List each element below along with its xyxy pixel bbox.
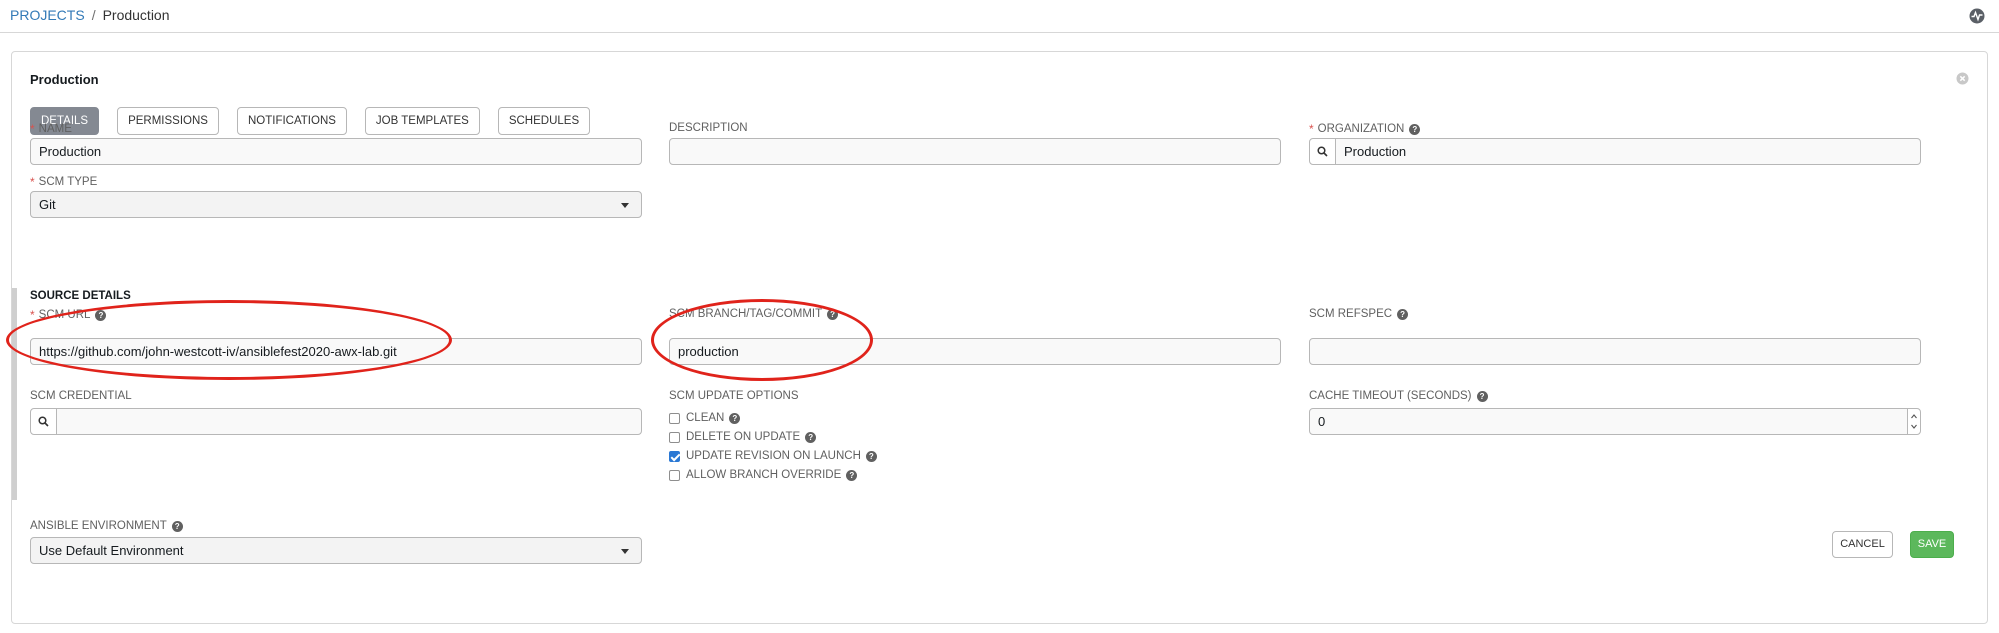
help-icon[interactable]: ? — [827, 308, 839, 320]
help-icon[interactable]: ? — [865, 450, 877, 462]
allow-branch-override-label: ALLOW BRANCH OVERRIDE — [686, 469, 842, 481]
required-mark: * — [30, 308, 35, 322]
chevron-down-icon — [621, 203, 629, 208]
help-icon[interactable]: ? — [95, 309, 107, 321]
ansible-environment-label: ANSIBLE ENVIRONMENT? — [30, 520, 183, 532]
name-input[interactable]: Production — [30, 138, 642, 165]
scm-type-label: * SCM TYPE — [30, 175, 97, 189]
organization-label: * ORGANIZATION? — [1309, 122, 1421, 136]
allow-branch-override-checkbox[interactable] — [669, 469, 680, 481]
activity-stream-icon[interactable] — [1969, 8, 1985, 29]
scm-type-select[interactable]: Git — [30, 191, 642, 218]
scm-branch-input[interactable]: production — [669, 338, 1281, 365]
required-mark: * — [1309, 122, 1314, 136]
delete-on-update-option[interactable]: DELETE ON UPDATE? — [669, 431, 817, 443]
scm-refspec-input[interactable] — [1309, 338, 1921, 365]
help-icon[interactable]: ? — [805, 431, 817, 443]
scm-type-label-text: SCM TYPE — [38, 176, 98, 188]
update-revision-on-launch-label: UPDATE REVISION ON LAUNCH — [686, 450, 861, 462]
allow-branch-override-option[interactable]: ALLOW BRANCH OVERRIDE? — [669, 469, 858, 481]
scm-credential-label: SCM CREDENTIAL — [30, 390, 132, 402]
ansible-environment-select[interactable]: Use Default Environment — [30, 537, 642, 564]
cache-timeout-label: CACHE TIMEOUT (SECONDS)? — [1309, 390, 1488, 402]
tab-permissions[interactable]: PERMISSIONS — [117, 107, 219, 135]
breadcrumb: PROJECTS / Production — [10, 7, 170, 23]
help-icon[interactable]: ? — [1476, 390, 1488, 402]
close-icon[interactable] — [1956, 72, 1969, 90]
update-revision-on-launch-option[interactable]: UPDATE REVISION ON LAUNCH? — [669, 450, 877, 462]
ansible-environment-value: Use Default Environment — [39, 543, 184, 558]
help-icon[interactable]: ? — [729, 412, 741, 424]
organization-value: Production — [1344, 144, 1407, 159]
delete-on-update-checkbox[interactable] — [669, 431, 680, 443]
source-details-title: SOURCE DETAILS — [30, 290, 131, 302]
scm-url-label: * SCM URL? — [30, 308, 107, 322]
required-mark: * — [30, 122, 35, 136]
scm-branch-label-text: SCM BRANCH/TAG/COMMIT — [669, 308, 823, 320]
tab-job-templates[interactable]: JOB TEMPLATES — [364, 107, 480, 135]
clean-checkbox[interactable] — [669, 412, 680, 424]
scm-refspec-label: SCM REFSPEC? — [1309, 308, 1409, 320]
chevron-down-icon — [621, 549, 629, 554]
scm-url-label-text: SCM URL — [38, 309, 91, 321]
section-indicator-bar — [12, 288, 17, 500]
help-icon[interactable]: ? — [171, 520, 183, 532]
breadcrumb-separator: / — [91, 7, 96, 23]
name-label-text: NAME — [38, 123, 72, 135]
update-revision-on-launch-checkbox[interactable] — [669, 450, 680, 462]
required-mark: * — [30, 175, 35, 189]
cache-timeout-input[interactable]: 0 — [1309, 408, 1921, 435]
clean-option-label: CLEAN — [686, 412, 725, 424]
tab-schedules[interactable]: SCHEDULES — [497, 107, 591, 135]
panel-title: Production — [30, 72, 99, 87]
scm-url-input[interactable]: https://github.com/john-westcott-iv/ansi… — [30, 338, 642, 365]
organization-lookup-input[interactable]: Production — [1309, 138, 1921, 165]
cache-timeout-value: 0 — [1318, 414, 1326, 429]
save-button[interactable]: SAVE — [1910, 531, 1954, 558]
cancel-button[interactable]: CANCEL — [1832, 531, 1893, 558]
delete-on-update-label: DELETE ON UPDATE — [686, 431, 801, 443]
tab-notifications[interactable]: NOTIFICATIONS — [236, 107, 347, 135]
scm-type-value: Git — [39, 197, 56, 212]
description-label: DESCRIPTION — [669, 122, 748, 134]
breadcrumb-current: Production — [102, 7, 170, 23]
project-form-panel: Production DETAILS PERMISSIONS NOTIFICAT… — [11, 51, 1988, 624]
breadcrumb-projects-link[interactable]: PROJECTS — [10, 7, 85, 23]
clean-option[interactable]: CLEAN? — [669, 412, 741, 424]
tab-bar: DETAILS PERMISSIONS NOTIFICATIONS JOB TE… — [30, 107, 591, 135]
scm-refspec-label-text: SCM REFSPEC — [1309, 308, 1393, 320]
name-label: * NAME — [30, 122, 72, 136]
cache-timeout-label-text: CACHE TIMEOUT (SECONDS) — [1309, 390, 1472, 402]
search-icon[interactable] — [1310, 139, 1336, 164]
organization-label-text: ORGANIZATION — [1317, 123, 1405, 135]
scm-update-options-label: SCM UPDATE OPTIONS — [669, 390, 799, 402]
top-bar: PROJECTS / Production — [0, 0, 1999, 33]
ansible-environment-label-text: ANSIBLE ENVIRONMENT — [30, 520, 167, 532]
scm-branch-label: SCM BRANCH/TAG/COMMIT? — [669, 308, 839, 320]
scm-credential-lookup-input[interactable] — [30, 408, 642, 435]
help-icon[interactable]: ? — [846, 469, 858, 481]
help-icon[interactable]: ? — [1397, 308, 1409, 320]
search-icon[interactable] — [31, 409, 57, 434]
help-icon[interactable]: ? — [1409, 123, 1421, 135]
description-input[interactable] — [669, 138, 1281, 165]
number-spinner[interactable] — [1907, 409, 1920, 434]
